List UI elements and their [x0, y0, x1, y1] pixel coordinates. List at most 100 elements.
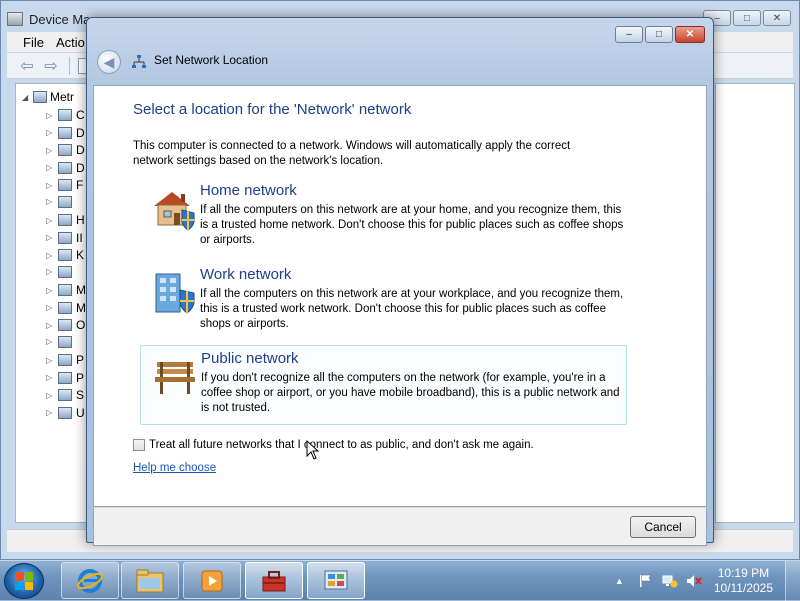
tree-item[interactable]: ▷ P — [46, 353, 84, 367]
taskbar-device-manager[interactable] — [245, 562, 303, 599]
expand-icon[interactable]: ▷ — [46, 356, 54, 365]
expand-icon[interactable]: ▷ — [46, 286, 54, 295]
dialog-title: Set Network Location — [154, 53, 269, 67]
tree-item[interactable]: ▷ — [46, 335, 76, 348]
back-button[interactable]: ◀ — [97, 50, 121, 74]
treat-public-checkbox-label[interactable]: Treat all future networks that I connect… — [149, 439, 534, 451]
dialog-content: Select a location for the 'Network' netw… — [93, 85, 707, 507]
maximize-button[interactable]: □ — [733, 10, 761, 26]
start-button[interactable] — [4, 563, 44, 599]
expand-icon[interactable]: ▷ — [46, 146, 54, 155]
tree-item[interactable]: ▷ — [46, 265, 76, 278]
menu-action[interactable]: Actio — [56, 35, 85, 50]
expand-icon[interactable]: ▷ — [46, 233, 54, 242]
work-network-title: Work network — [200, 266, 292, 283]
page-heading: Select a location for the 'Network' netw… — [133, 101, 412, 118]
home-network-option[interactable]: Home network If all the computers on thi… — [140, 178, 627, 258]
tree-item[interactable]: ▷ K — [46, 248, 84, 262]
action-center-flag-icon[interactable] — [638, 574, 654, 588]
tree-item[interactable]: ▷ M — [46, 301, 86, 315]
tree-item[interactable]: ▷ O — [46, 318, 85, 332]
tree-item[interactable]: ▷ D — [46, 161, 85, 175]
home-network-title: Home network — [200, 182, 297, 199]
clock[interactable]: 10:19 PM 10/11/2025 — [714, 566, 773, 596]
device-manager-icon — [7, 12, 23, 26]
device-category-icon — [58, 249, 72, 261]
taskbar: ▲ 10:19 PM 10/11/2025 — [0, 560, 800, 601]
internet-explorer-icon — [77, 568, 103, 593]
dialog-minimize-button[interactable]: – — [615, 26, 643, 43]
expand-icon[interactable]: ▷ — [46, 391, 54, 400]
collapse-icon[interactable]: ◢ — [22, 93, 30, 102]
taskbar-media-player[interactable] — [183, 562, 241, 599]
expand-icon[interactable]: ▷ — [46, 163, 54, 172]
expand-icon[interactable]: ▷ — [46, 251, 54, 260]
tree-item[interactable]: ▷ — [46, 195, 76, 208]
tree-item[interactable]: ▷ C — [46, 108, 85, 122]
expand-icon[interactable]: ▷ — [46, 303, 54, 312]
tree-item-label: O — [76, 318, 86, 332]
tree-item-label: C — [76, 108, 85, 122]
toolbar-divider — [69, 56, 70, 75]
set-network-location-dialog: – □ ✕ ◀ Set Network Location Select a lo… — [86, 17, 714, 546]
cancel-button[interactable]: Cancel — [630, 516, 696, 538]
dialog-close-button[interactable]: ✕ — [675, 26, 705, 43]
device-category-icon — [58, 179, 72, 191]
forward-arrow-icon[interactable]: ⇨ — [41, 56, 61, 76]
home-network-icon — [154, 192, 195, 231]
tree-item[interactable]: ▷ P — [46, 371, 84, 385]
taskbar-internet-explorer[interactable] — [61, 562, 119, 599]
tree-item-label: M — [76, 283, 86, 297]
device-manager-titlebar: Device Ma — [7, 9, 90, 29]
tree-item[interactable]: ▷ II — [46, 231, 83, 245]
device-tree[interactable]: ◢ Metr ▷ C ▷ D ▷ D ▷ D ▷ F ▷ ▷ H ▷ II ▷ K ▷ ▷ M ▷ M ▷ O ▷ ▷ P ▷ P ▷ S ▷… — [15, 83, 95, 523]
show-desktop-button[interactable] — [785, 561, 800, 601]
expand-icon[interactable]: ▷ — [46, 181, 54, 190]
expand-icon[interactable]: ▷ — [46, 197, 54, 206]
device-category-icon — [58, 319, 72, 331]
tree-item-label: H — [76, 213, 85, 227]
tree-item[interactable]: ▷ U — [46, 406, 85, 420]
control-panel-icon — [324, 570, 348, 589]
tree-item[interactable]: ▷ S — [46, 388, 84, 402]
help-me-choose-link[interactable]: Help me choose — [133, 462, 216, 474]
tree-item[interactable]: ▷ D — [46, 143, 85, 157]
device-category-icon — [58, 195, 72, 208]
expand-icon[interactable]: ▷ — [46, 408, 54, 417]
dialog-maximize-button[interactable]: □ — [645, 26, 673, 43]
expand-icon[interactable]: ▷ — [46, 216, 54, 225]
expand-icon[interactable]: ▷ — [46, 337, 54, 346]
close-button[interactable]: ✕ — [763, 10, 791, 26]
tree-item-label: P — [76, 353, 85, 367]
tree-item[interactable]: ▷ F — [46, 178, 83, 192]
expand-icon[interactable]: ▷ — [46, 267, 54, 276]
network-icon — [132, 55, 146, 68]
device-category-icon — [58, 371, 72, 384]
treat-public-checkbox[interactable] — [133, 439, 145, 451]
public-network-title: Public network — [201, 350, 299, 367]
taskbar-control-panel[interactable] — [307, 562, 365, 599]
tree-item-label: D — [76, 160, 85, 175]
volume-muted-icon[interactable] — [686, 574, 702, 588]
back-arrow-icon[interactable]: ⇦ — [17, 56, 37, 76]
expand-icon[interactable]: ▷ — [46, 373, 54, 382]
work-network-option[interactable]: Work network If all the computers on thi… — [140, 262, 627, 342]
menu-file[interactable]: File — [23, 35, 44, 50]
expand-icon[interactable]: ▷ — [46, 111, 54, 120]
tree-item[interactable]: ▷ D — [46, 126, 85, 140]
windows-logo-icon — [15, 572, 33, 590]
expand-icon[interactable]: ▷ — [46, 128, 54, 137]
expand-icon[interactable]: ▷ — [46, 321, 54, 330]
work-network-description: If all the computers on this network are… — [200, 288, 624, 330]
network-status-icon[interactable] — [662, 574, 678, 588]
clock-time: 10:19 PM — [717, 566, 770, 580]
tree-item[interactable]: ▷ H — [46, 213, 85, 227]
treat-public-checkbox-row[interactable]: Treat all future networks that I connect… — [133, 439, 534, 451]
mouse-cursor-icon — [306, 440, 320, 460]
tree-item[interactable]: ▷ M — [46, 283, 86, 297]
device-manager-pane — [715, 83, 795, 523]
public-network-option[interactable]: Public network If you don't recognize al… — [140, 345, 627, 425]
taskbar-windows-explorer[interactable] — [121, 562, 179, 599]
tree-root[interactable]: ◢ Metr — [22, 90, 74, 104]
show-hidden-icons-arrow-icon[interactable]: ▲ — [615, 576, 624, 586]
